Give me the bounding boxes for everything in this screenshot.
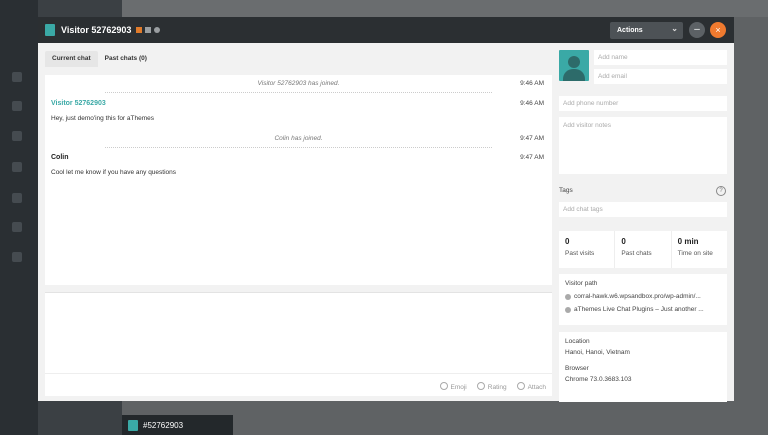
avatar-body [563, 69, 585, 81]
nav-icon [12, 131, 22, 141]
stat-past-chats: 0 Past chats [615, 231, 672, 268]
visitor-path-item[interactable]: corral-hawk.w6.wpsandbox.pro/wp-admin/..… [565, 293, 721, 300]
visitor-path-url: corral-hawk.w6.wpsandbox.pro/wp-admin/..… [574, 293, 701, 300]
nav-icon [12, 72, 22, 82]
visitor-chat-modal: Visitor 52762903 Actions ⌄ – × Current c… [38, 17, 734, 402]
message-author: Visitor 52762903 [51, 100, 106, 107]
system-message-text: Visitor 52762903 has joined. [257, 80, 340, 87]
message-time: 9:46 AM [520, 80, 544, 87]
windows-icon [145, 27, 152, 33]
emoji-button[interactable]: Emoji [439, 382, 467, 391]
emoji-label: Emoji [450, 384, 467, 391]
avatar-head [568, 56, 580, 68]
visitor-path-item[interactable]: aThemes Live Chat Plugins – Just another… [565, 306, 721, 313]
stat-label: Time on site [677, 250, 713, 257]
chevron-down-icon: ⌄ [671, 24, 678, 33]
stat-value: 0 [565, 237, 570, 246]
system-message: Colin has joined. 9:47 AM [45, 130, 552, 148]
message-composer[interactable]: Emoji Rating Attach [45, 292, 552, 396]
stat-past-visits: 0 Past visits [559, 231, 616, 268]
visitor-stats: 0 Past visits 0 Past chats 0 min Time on… [559, 231, 727, 268]
stat-label: Past chats [621, 250, 652, 257]
tab-current-chat[interactable]: Current chat [45, 51, 98, 67]
stat-label: Past visits [565, 250, 595, 257]
name-field[interactable]: Add name [594, 50, 727, 65]
page-icon [565, 293, 571, 300]
attach-button[interactable]: Attach [516, 382, 546, 391]
message-text: Hey, just demo'ing this for aThemes [51, 115, 154, 122]
system-message: Visitor 52762903 has joined. 9:46 AM [45, 75, 552, 93]
stat-value: 0 [621, 237, 626, 246]
message-time: 9:47 AM [520, 154, 544, 161]
country-flag-icon [136, 27, 143, 33]
background-topbar [122, 0, 768, 17]
message-time: 9:46 AM [520, 100, 544, 107]
nav-icon [12, 193, 22, 203]
location-label: Location [565, 338, 590, 345]
browser-value: Chrome 73.0.3683.103 [565, 376, 632, 383]
composer-toolbar: Emoji Rating Attach [439, 382, 546, 391]
visitor-avatar-icon [45, 24, 55, 36]
phone-field[interactable]: Add phone number [559, 96, 727, 111]
chat-transcript[interactable]: Visitor 52762903 has joined. 9:46 AM Vis… [45, 75, 552, 285]
message-text: Cool let me know if you have any questio… [51, 169, 177, 176]
page-icon [565, 306, 571, 313]
stat-value: 0 min [677, 237, 699, 246]
actions-dropdown[interactable]: Actions ⌄ [610, 22, 683, 39]
nav-icon [12, 252, 22, 262]
nav-icon [12, 162, 22, 172]
minimize-button[interactable]: – [689, 22, 705, 38]
thumbs-up-icon [476, 382, 485, 390]
tab-past-chats[interactable]: Past chats (0) [98, 51, 154, 67]
nav-icon [12, 222, 22, 232]
message-time: 9:47 AM [520, 135, 544, 142]
close-button[interactable]: × [710, 22, 726, 38]
visitor-avatar-icon [128, 419, 138, 431]
browser-icon [154, 27, 161, 33]
rating-label: Rating [487, 384, 507, 391]
visitor-path-title: Visitor path [565, 280, 598, 287]
rating-button[interactable]: Rating [476, 382, 507, 391]
visitor-path-url: aThemes Live Chat Plugins – Just another… [574, 306, 704, 313]
help-icon[interactable]: ? [716, 186, 726, 196]
background-sidebar [0, 0, 38, 435]
visitor-info: Location Hanoi, Hanoi, Vietnam Browser C… [559, 332, 727, 402]
tags-label: Tags [559, 187, 573, 194]
emoji-icon [439, 382, 448, 390]
visitor-path: Visitor path corral-hawk.w6.wpsandbox.pr… [559, 274, 727, 325]
background-chat-item[interactable]: #52762903 [122, 415, 233, 435]
system-message-text: Colin has joined. [274, 135, 323, 142]
chat-tags-field[interactable]: Add chat tags [559, 202, 727, 217]
chat-tabs: Current chat Past chats (0) [45, 51, 154, 67]
attach-label: Attach [527, 384, 546, 391]
browser-label: Browser [565, 365, 589, 372]
paperclip-icon [516, 382, 525, 390]
visitor-profile-avatar [559, 50, 589, 81]
actions-label: Actions [617, 27, 643, 34]
visitor-notes-field[interactable]: Add visitor notes [559, 117, 727, 174]
nav-icon [12, 101, 22, 111]
modal-title: Visitor 52762903 [61, 25, 132, 35]
composer-divider [45, 373, 552, 374]
location-value: Hanoi, Hanoi, Vietnam [565, 349, 630, 356]
divider [105, 147, 492, 148]
modal-titlebar: Visitor 52762903 Actions ⌄ – × [38, 17, 734, 43]
email-field[interactable]: Add email [594, 69, 727, 84]
background-chat-item-label: #52762903 [143, 420, 184, 430]
stat-time-on-site: 0 min Time on site [672, 231, 727, 268]
message-author: Colin [51, 154, 69, 161]
divider [105, 92, 492, 93]
